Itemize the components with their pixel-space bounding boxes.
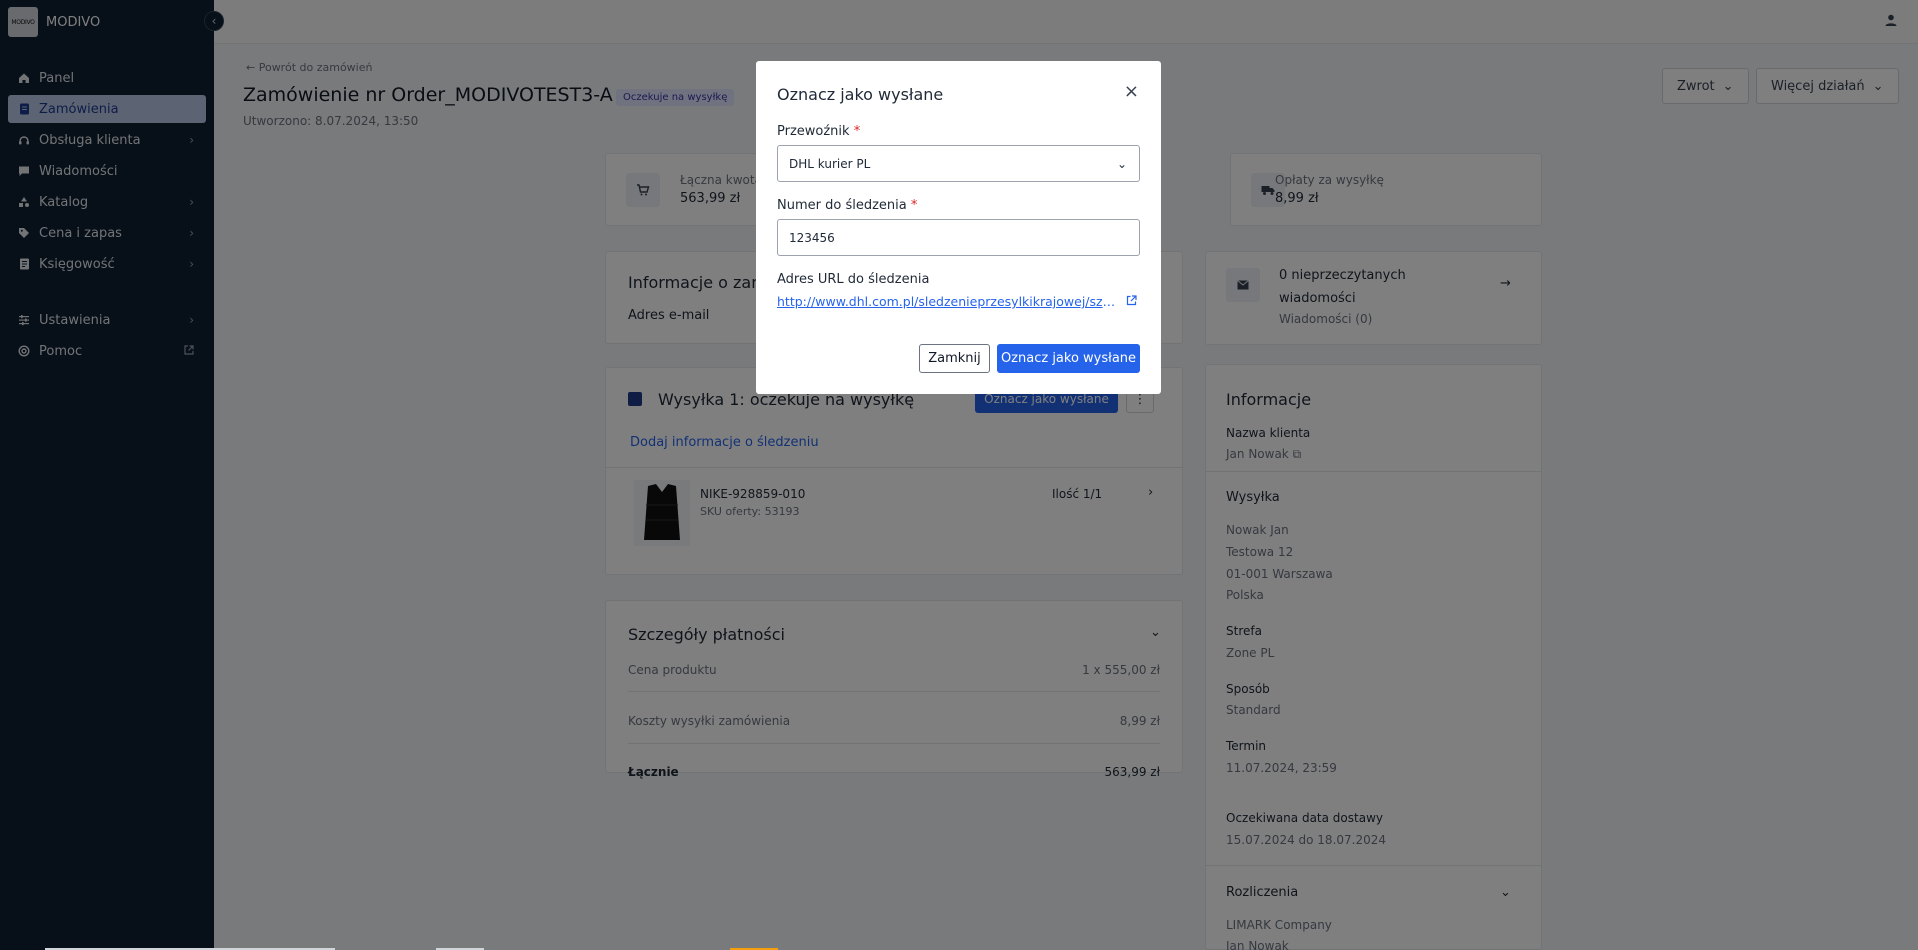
tracking-url-label: Adres URL do śledzenia (777, 272, 930, 287)
chevron-down-icon: ⌄ (1116, 156, 1127, 171)
required-mark: * (910, 198, 918, 213)
tracking-number-label-text: Numer do śledzenia (777, 198, 907, 213)
carrier-label-text: Przewoźnik (777, 124, 850, 139)
close-icon[interactable]: × (1124, 81, 1139, 102)
mark-shipped-dialog: Oznacz jako wysłane × Przewoźnik * DHL k… (756, 61, 1161, 394)
tracking-number-label: Numer do śledzenia * (777, 198, 917, 213)
required-mark: * (853, 124, 861, 139)
carrier-select[interactable]: DHL kurier PL ⌄ (777, 145, 1140, 182)
carrier-select-value: DHL kurier PL (789, 156, 871, 171)
carrier-label: Przewoźnik * (777, 124, 860, 139)
dialog-title: Oznacz jako wysłane (777, 85, 944, 104)
external-link-icon[interactable] (1126, 295, 1137, 309)
submit-mark-shipped-button[interactable]: Oznacz jako wysłane (997, 344, 1140, 373)
close-button[interactable]: Zamknij (919, 344, 990, 373)
tracking-number-value: 123456 (789, 230, 835, 245)
tracking-number-input[interactable]: 123456 (777, 219, 1140, 256)
tracking-url-link[interactable]: http://www.dhl.com.pl/sledzenieprzesylki… (777, 294, 1121, 309)
